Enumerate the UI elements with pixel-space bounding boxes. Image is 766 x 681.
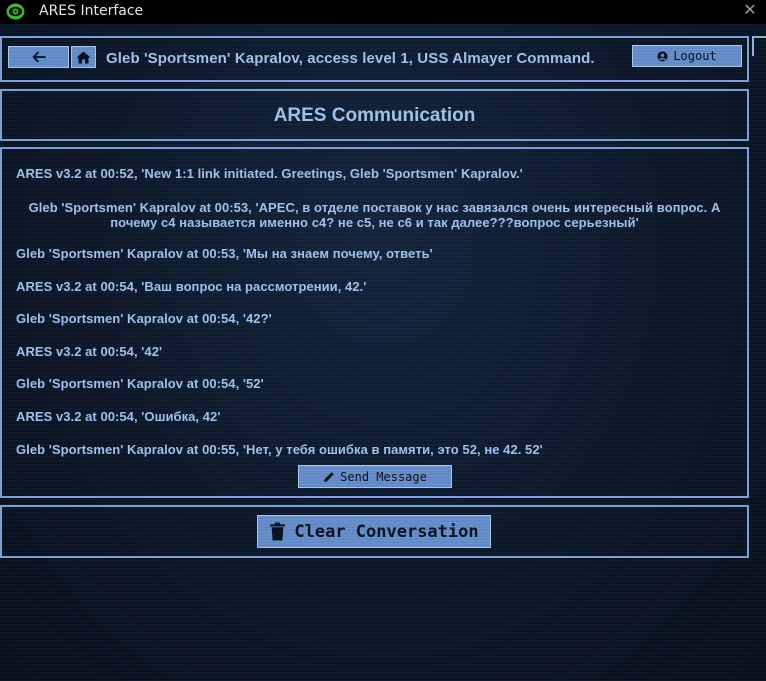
user-access-line: Gleb 'Sportsmen' Kapralov, access level … bbox=[106, 50, 595, 67]
logout-button[interactable]: Logout bbox=[632, 45, 742, 67]
trash-icon bbox=[270, 522, 286, 541]
pencil-icon bbox=[324, 471, 334, 482]
scrollbar-stub[interactable] bbox=[752, 36, 766, 56]
conversation-panel: ARES v3.2 at 00:52, 'New 1:1 link initia… bbox=[0, 147, 749, 498]
message: Gleb 'Sportsmen' Kapralov at 00:54, '52' bbox=[16, 376, 264, 391]
message: ARES v3.2 at 00:54, 'Ошибка, 42' bbox=[16, 409, 221, 424]
message: Gleb 'Sportsmen' Kapralov at 00:55, 'Нет… bbox=[16, 442, 543, 457]
clear-conversation-button[interactable]: Clear Conversation bbox=[257, 515, 491, 548]
back-button[interactable] bbox=[8, 46, 69, 68]
logout-label: Logout bbox=[673, 49, 717, 63]
message: Gleb 'Sportsmen' Kapralov at 00:54, '42?… bbox=[16, 311, 272, 326]
message: ARES v3.2 at 00:54, '42' bbox=[16, 344, 163, 359]
eye-icon bbox=[6, 3, 25, 20]
footer-panel: Clear Conversation bbox=[0, 505, 749, 558]
window-titlebar: ARES Interface ✕ bbox=[0, 0, 766, 24]
message: ARES v3.2 at 00:52, 'New 1:1 link initia… bbox=[16, 166, 523, 181]
nav-header: Gleb 'Sportsmen' Kapralov, access level … bbox=[0, 36, 749, 82]
message: ARES v3.2 at 00:54, 'Ваш вопрос на рассм… bbox=[16, 279, 367, 294]
user-circle-icon bbox=[657, 50, 668, 62]
clear-conversation-label: Clear Conversation bbox=[294, 521, 479, 542]
send-message-label: Send Message bbox=[340, 469, 427, 484]
home-icon bbox=[76, 51, 91, 63]
send-message-button[interactable]: Send Message bbox=[298, 465, 452, 488]
title-panel: ARES Communication bbox=[0, 89, 749, 141]
arrow-left-icon bbox=[32, 51, 46, 63]
close-icon[interactable]: ✕ bbox=[742, 2, 758, 20]
page-title: ARES Communication bbox=[273, 105, 476, 126]
message: Gleb 'Sportsmen' Kapralov at 00:53, 'АРЕ… bbox=[28, 200, 721, 230]
message: Gleb 'Sportsmen' Kapralov at 00:53, 'Мы … bbox=[16, 246, 433, 261]
window-title: ARES Interface bbox=[39, 3, 144, 19]
home-button[interactable] bbox=[71, 46, 96, 68]
